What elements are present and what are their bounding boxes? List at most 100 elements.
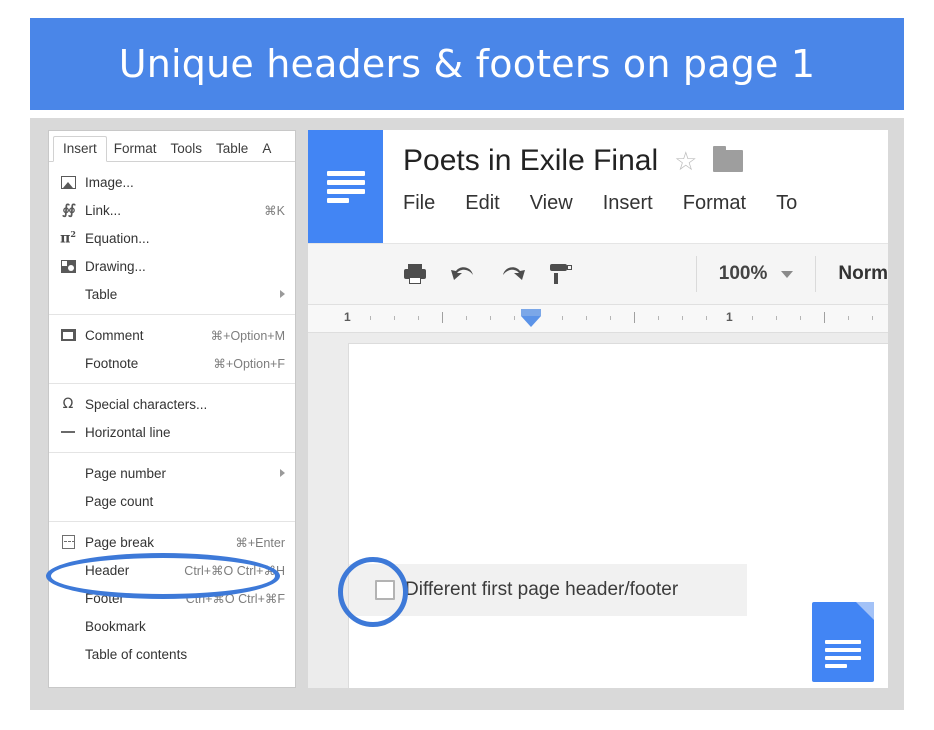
horizontal-line-icon (57, 423, 79, 441)
docs-toolbar: 100% Norm (308, 244, 888, 305)
menu-item-label: Image... (85, 174, 134, 190)
menu-item-label: Equation... (85, 230, 150, 246)
title-banner: Unique headers & footers on page 1 (30, 18, 904, 110)
spacer-icon (57, 561, 79, 579)
menu-item-label: Page count (85, 493, 154, 509)
drawing-icon (57, 257, 79, 275)
zoom-level-label: 100% (718, 263, 768, 284)
paragraph-style-label: Norm (838, 263, 888, 284)
print-icon[interactable] (404, 264, 426, 284)
menu-item-label: Comment (85, 327, 144, 343)
menu-item-image[interactable]: Image... (49, 168, 295, 196)
document-title-row: Poets in Exile Final ☆ (403, 144, 744, 178)
menu-item-horizontal-line[interactable]: Horizontal line (49, 418, 295, 446)
comment-icon (57, 326, 79, 344)
first-page-option-bar: Different first page header/footer (349, 564, 747, 616)
docs-menu-format[interactable]: Format (683, 192, 746, 215)
menu-item-special-characters[interactable]: Ω Special characters... (49, 390, 295, 418)
menu-section-headers-footers: Page break ⌘+Enter Header Ctrl+⌘O Ctrl+⌘… (49, 521, 295, 674)
menu-item-table-of-contents[interactable]: Table of contents (49, 640, 295, 668)
spacer-icon (57, 492, 79, 510)
menu-item-label: Horizontal line (85, 424, 171, 440)
document-page[interactable]: Different first page header/footer (348, 343, 888, 688)
paint-format-icon[interactable] (550, 263, 572, 285)
different-first-page-label: Different first page header/footer (405, 579, 679, 600)
folder-icon[interactable] (713, 146, 744, 172)
insert-menu-panel: Insert Format Tools Table A Image... ∮∮ … (48, 130, 296, 688)
menu-tab-format[interactable]: Format (107, 137, 164, 162)
toolbar-icon-group (308, 263, 572, 285)
menu-item-page-count[interactable]: Page count (49, 487, 295, 515)
menu-item-label: Bookmark (85, 618, 146, 634)
menu-tab-addons[interactable]: A (255, 137, 278, 162)
menu-tab-tools[interactable]: Tools (164, 137, 210, 162)
docs-icon-lines (326, 170, 365, 203)
menu-item-label: Page break (85, 534, 155, 550)
docs-header: Poets in Exile Final ☆ File Edit View In… (308, 130, 888, 244)
docs-menu-file[interactable]: File (403, 192, 435, 215)
ruler-number-left: 1 (344, 310, 351, 324)
docs-menu-view[interactable]: View (530, 192, 573, 215)
menu-item-table[interactable]: Table (49, 280, 295, 308)
docs-menu-insert[interactable]: Insert (603, 192, 653, 215)
menu-item-shortcut: Ctrl+⌘O Ctrl+⌘F (185, 591, 285, 606)
image-icon (57, 173, 79, 191)
menu-item-comment[interactable]: Comment ⌘+Option+M (49, 321, 295, 349)
menu-section-characters: Ω Special characters... Horizontal line (49, 383, 295, 452)
equation-icon: π2 (60, 229, 76, 247)
menu-item-shortcut: Ctrl+⌘O Ctrl+⌘H (184, 563, 285, 578)
menu-section-page-numbers: Page number Page count (49, 452, 295, 521)
spacer-icon (57, 464, 79, 482)
google-docs-icon[interactable] (308, 130, 383, 243)
menu-item-label: Header (85, 562, 130, 578)
menu-item-page-number[interactable]: Page number (49, 459, 295, 487)
menu-item-footer[interactable]: Footer Ctrl+⌘O Ctrl+⌘F (49, 584, 295, 612)
spacer-icon (57, 645, 79, 663)
docs-ruler[interactable]: 1 1 (308, 305, 888, 333)
spacer-icon (57, 285, 79, 303)
paragraph-style-control[interactable]: Norm (816, 263, 888, 285)
menu-tab-table[interactable]: Table (209, 137, 255, 162)
menu-item-bookmark[interactable]: Bookmark (49, 612, 295, 640)
menu-tab-insert[interactable]: Insert (53, 135, 107, 162)
spacer-icon (57, 589, 79, 607)
menu-item-label: Link... (85, 202, 122, 218)
star-icon[interactable]: ☆ (674, 148, 697, 174)
different-first-page-checkbox[interactable] (375, 580, 395, 600)
google-docs-window: Poets in Exile Final ☆ File Edit View In… (308, 130, 888, 688)
menu-item-equation[interactable]: π2 Equation... (49, 224, 295, 252)
docs-menu-edit[interactable]: Edit (465, 192, 499, 215)
menu-item-link[interactable]: ∮∮ Link... ⌘K (49, 196, 295, 224)
menu-item-shortcut: ⌘+Option+M (210, 328, 285, 343)
chevron-right-icon (280, 290, 285, 298)
menu-tabbar: Insert Format Tools Table A (49, 131, 295, 162)
zoom-control[interactable]: 100% (697, 263, 816, 285)
menu-section-comments: Comment ⌘+Option+M Footnote ⌘+Option+F (49, 314, 295, 383)
undo-icon[interactable] (450, 263, 476, 285)
menu-item-drawing[interactable]: Drawing... (49, 252, 295, 280)
spacer-icon (57, 617, 79, 635)
screenshot-stage: Insert Format Tools Table A Image... ∮∮ … (30, 118, 904, 710)
menu-section-insert-objects: Image... ∮∮ Link... ⌘K π2 Equation... Dr… (49, 162, 295, 314)
menu-item-label: Footnote (85, 355, 139, 371)
redo-icon[interactable] (500, 263, 526, 285)
page-break-icon (57, 533, 79, 551)
menu-item-label: Special characters... (85, 396, 208, 412)
menu-item-label: Footer (85, 590, 125, 606)
menu-item-shortcut: ⌘K (264, 203, 285, 218)
ruler-number-right: 1 (726, 310, 733, 324)
omega-icon: Ω (62, 396, 74, 412)
chevron-right-icon (280, 469, 285, 477)
docs-menu-tools[interactable]: To (776, 192, 797, 215)
document-title[interactable]: Poets in Exile Final (403, 144, 658, 178)
page-title: Unique headers & footers on page 1 (118, 42, 816, 86)
menu-item-page-break[interactable]: Page break ⌘+Enter (49, 528, 295, 556)
menu-item-header[interactable]: Header Ctrl+⌘O Ctrl+⌘H (49, 556, 295, 584)
link-icon: ∮∮ (62, 202, 76, 218)
menu-item-shortcut: ⌘+Enter (235, 535, 285, 550)
menu-item-shortcut: ⌘+Option+F (213, 356, 285, 371)
spacer-icon (57, 354, 79, 372)
menu-item-label: Drawing... (85, 258, 146, 274)
menu-item-footnote[interactable]: Footnote ⌘+Option+F (49, 349, 295, 377)
docs-menubar: File Edit View Insert Format To (403, 192, 827, 215)
